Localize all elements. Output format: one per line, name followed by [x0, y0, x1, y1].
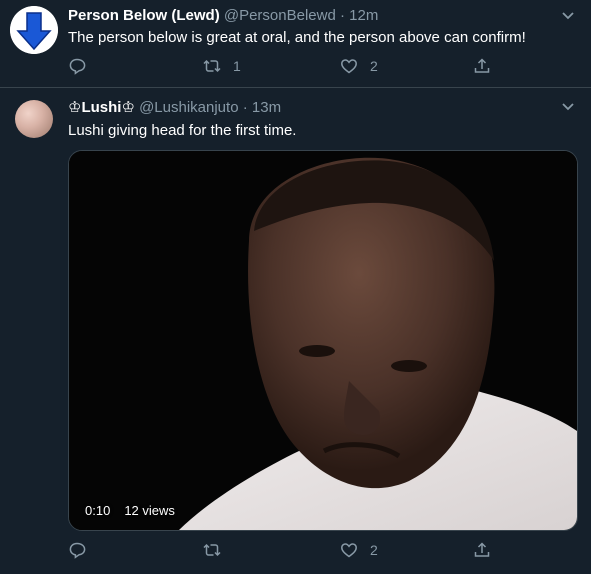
avatar-lushi[interactable]: [15, 100, 53, 138]
video-info: 0:10 12 views: [85, 503, 175, 518]
reply-icon: [69, 542, 86, 559]
tweet-text: The person below is great at oral, and t…: [68, 29, 526, 46]
tweet-actions: 2: [68, 541, 498, 563]
tweet-1[interactable]: Person Below (Lewd) @PersonBelewd · 12m …: [0, 0, 591, 88]
video-player[interactable]: 0:10 12 views: [68, 150, 578, 531]
video-thumbnail: [69, 151, 577, 530]
user-handle[interactable]: @PersonBelewd: [224, 7, 336, 24]
tweet-header: ♔Lushi♔ @Lushikanjuto · 13m: [68, 98, 281, 116]
chevron-down-icon[interactable]: [561, 10, 575, 20]
video-duration: 0:10: [85, 503, 111, 518]
heart-icon: [341, 59, 357, 74]
retweet-button[interactable]: [203, 541, 233, 559]
reply-icon: [69, 58, 86, 75]
share-button[interactable]: [473, 57, 491, 75]
retweet-count: 1: [233, 58, 241, 74]
retweet-button[interactable]: 1: [203, 57, 241, 75]
reply-button[interactable]: [68, 57, 86, 75]
retweet-icon: [203, 543, 221, 557]
like-button[interactable]: 2: [340, 541, 378, 559]
display-name[interactable]: Person Below (Lewd): [68, 7, 220, 24]
reply-button[interactable]: [68, 541, 86, 559]
user-handle[interactable]: @Lushikanjuto: [139, 99, 238, 116]
video-views: 12 views: [124, 503, 175, 518]
separator-dot: ·: [339, 7, 345, 24]
separator-dot: ·: [242, 99, 248, 116]
timestamp[interactable]: 13m: [252, 99, 281, 116]
share-icon: [474, 542, 490, 557]
tweet-header: Person Below (Lewd) @PersonBelewd · 12m: [68, 7, 378, 24]
retweet-icon: [203, 59, 221, 73]
avatar-person-below[interactable]: [10, 6, 58, 54]
tweet-actions: 1 2: [68, 57, 498, 79]
like-count: 2: [370, 58, 378, 74]
chevron-down-icon[interactable]: [561, 101, 575, 111]
share-button[interactable]: [473, 541, 491, 559]
tweet-text: Lushi giving head for the first time.: [68, 122, 297, 139]
down-arrow-icon: [10, 6, 58, 54]
like-count: 2: [370, 542, 378, 558]
timestamp[interactable]: 12m: [349, 7, 378, 24]
share-icon: [474, 58, 490, 73]
display-name[interactable]: ♔Lushi♔: [68, 99, 135, 116]
like-button[interactable]: 2: [340, 57, 378, 75]
heart-icon: [341, 543, 357, 558]
